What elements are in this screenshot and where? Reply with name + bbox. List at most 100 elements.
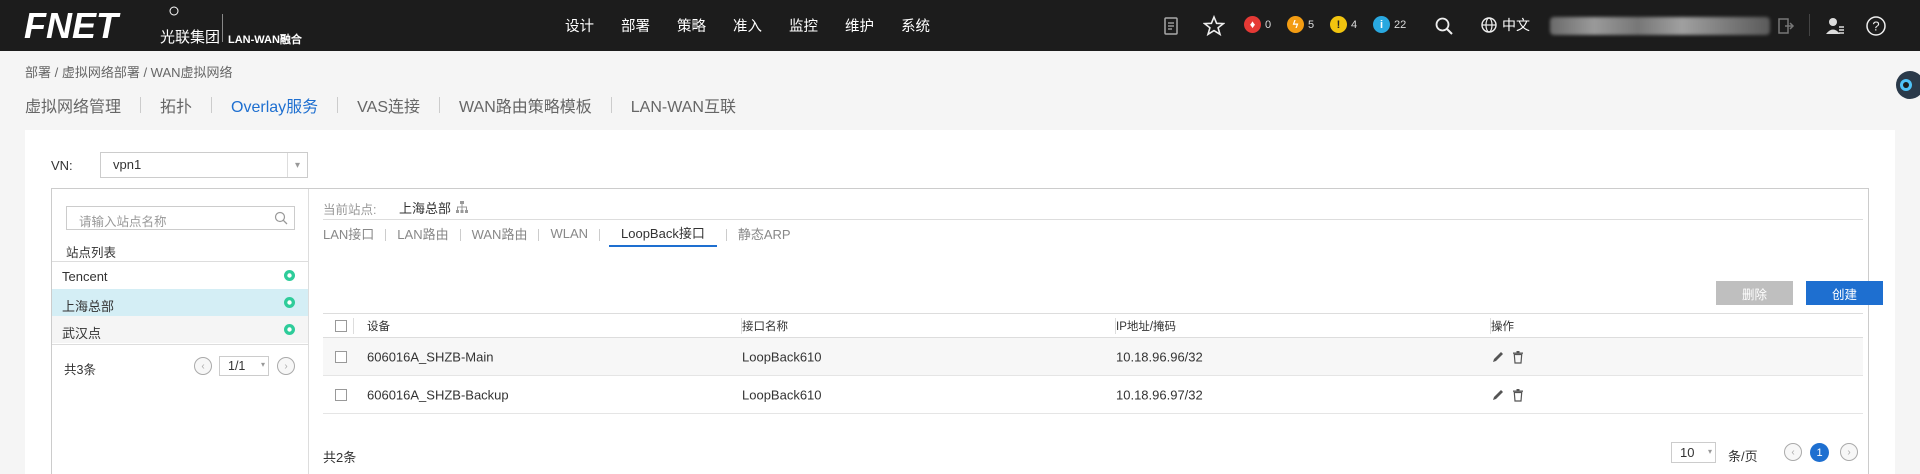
tab-overlay-service[interactable]: Overlay服务 (231, 93, 318, 117)
assistant-widget-icon[interactable] (1892, 68, 1920, 102)
globe-icon (1481, 17, 1497, 33)
column-interface[interactable]: 接口名称 (742, 318, 788, 334)
user-settings-icon[interactable] (1824, 15, 1846, 37)
site-total: 共3条 (64, 363, 96, 377)
site-list: Tencent 上海总部 武汉点 (52, 261, 308, 343)
edit-icon[interactable] (1491, 350, 1505, 364)
current-page[interactable]: 1 (1810, 443, 1829, 462)
delete-button[interactable]: 删除 (1716, 281, 1793, 305)
subtab-divider (385, 228, 387, 241)
column-ip[interactable]: IP地址/掩码 (1116, 318, 1176, 334)
brand-cn: 光联集团 (160, 29, 221, 46)
site-settings-icon[interactable] (283, 296, 296, 309)
site-settings-icon[interactable] (283, 323, 296, 336)
subtab-lan-interface[interactable]: LAN接口 (323, 224, 374, 245)
site-item-label: Tencent (62, 269, 108, 284)
site-item-tencent[interactable]: Tencent (52, 262, 308, 289)
site-item-shanghai-hq[interactable]: 上海总部 (52, 289, 308, 316)
page-size-select[interactable]: 10 ▾ (1671, 442, 1716, 463)
nav-design[interactable]: 设计 (565, 15, 594, 36)
page-size-label: 条/页 (1728, 449, 1758, 464)
site-page-value: 1/1 (228, 359, 246, 373)
logo-divider (222, 14, 223, 42)
prev-page-icon[interactable]: ‹ (1784, 443, 1802, 461)
alarm-info[interactable]: i 22 (1373, 16, 1406, 33)
site-settings-icon[interactable] (283, 269, 296, 282)
nav-access[interactable]: 准入 (733, 15, 762, 36)
create-button[interactable]: 创建 (1806, 281, 1883, 305)
vn-label: VN: (51, 158, 73, 173)
site-page-select[interactable]: 1/1 ▾ (219, 356, 269, 376)
row-interface: LoopBack610 (742, 387, 822, 402)
site-item-wuhan[interactable]: 武汉点 (52, 316, 308, 343)
subtab-loopback-interface[interactable]: LoopBack接口 (609, 223, 717, 247)
content-panel: VN: vpn1 ▾ 请输入站点名称 站点列表 Tencent 上海总部 武汉点… (25, 130, 1895, 474)
tab-divider (610, 97, 612, 113)
subtab-lan-route[interactable]: LAN路由 (397, 224, 448, 245)
next-page-icon[interactable]: › (1840, 443, 1858, 461)
table-pagination: 共2条 10 ▾ 条/页 ‹ 1 › (323, 439, 1863, 469)
breadcrumb: 部署 / 虚拟网络部署 / WAN虚拟网络 (25, 65, 233, 80)
row-checkbox[interactable] (335, 388, 347, 401)
site-item-label: 武汉点 (62, 326, 102, 341)
column-device[interactable]: 设备 (367, 318, 390, 334)
table-total: 共2条 (323, 450, 357, 465)
brand-text: FNET (24, 5, 121, 46)
chevron-down-icon: ▾ (260, 360, 265, 369)
subtab-wlan[interactable]: WLAN (550, 226, 588, 243)
vn-select[interactable]: vpn1 ▾ (100, 152, 308, 178)
logout-icon[interactable] (1775, 15, 1797, 37)
tab-topology[interactable]: 拓扑 (160, 93, 192, 117)
alarm-major[interactable]: ϟ 5 (1287, 16, 1314, 33)
tab-wan-route-policy-template[interactable]: WAN路由策略模板 (459, 93, 592, 117)
subtab-wan-route[interactable]: WAN路由 (472, 224, 528, 245)
site-search-input[interactable]: 请输入站点名称 (66, 206, 295, 230)
main-tabs: 虚拟网络管理 拓扑 Overlay服务 VAS连接 WAN路由策略模板 LAN-… (25, 93, 736, 117)
main-nav: 设计 部署 策略 准入 监控 维护 系统 (565, 0, 957, 51)
nav-policy[interactable]: 策略 (677, 15, 706, 36)
search-icon[interactable] (273, 210, 289, 226)
nav-system[interactable]: 系统 (901, 15, 930, 36)
tab-vas-connection[interactable]: VAS连接 (357, 93, 420, 117)
site-frame: 请输入站点名称 站点列表 Tencent 上海总部 武汉点 共3条 ‹ 1/1 … (51, 188, 1883, 474)
search-icon[interactable] (1433, 15, 1455, 37)
subtab-static-arp[interactable]: 静态ARP (738, 224, 791, 245)
row-device: 606016A_SHZB-Backup (367, 387, 509, 402)
current-site-label: 当前站点: (323, 203, 377, 217)
nav-maintain[interactable]: 维护 (845, 15, 874, 36)
tab-divider (211, 97, 213, 113)
select-all-checkbox[interactable] (335, 319, 347, 332)
trash-icon[interactable] (1511, 388, 1525, 402)
next-page-icon[interactable]: › (277, 357, 295, 375)
site-search-placeholder: 请输入站点名称 (79, 215, 167, 229)
topbar-divider (1809, 14, 1810, 36)
alarm-critical[interactable]: ♦ 0 (1244, 16, 1271, 33)
prev-page-icon[interactable]: ‹ (194, 357, 212, 375)
alarm-info-count: 22 (1394, 18, 1407, 31)
table-row[interactable]: 606016A_SHZB-Backup LoopBack610 10.18.96… (323, 376, 1863, 414)
table-row[interactable]: 606016A_SHZB-Main LoopBack610 10.18.96.9… (323, 338, 1863, 376)
tab-lan-wan-interconnect[interactable]: LAN-WAN互联 (631, 93, 736, 117)
site-item-label: 上海总部 (62, 299, 115, 314)
language-label: 中文 (1502, 17, 1530, 33)
edit-icon[interactable] (1491, 388, 1505, 402)
language-switch[interactable]: 中文 (1480, 15, 1530, 35)
help-icon[interactable]: ? (1865, 15, 1887, 37)
chevron-down-icon: ▾ (1707, 447, 1712, 456)
trash-icon[interactable] (1511, 350, 1525, 364)
star-icon[interactable] (1203, 15, 1225, 37)
tab-divider (337, 97, 339, 113)
notepad-icon[interactable] (1160, 15, 1182, 37)
row-checkbox[interactable] (335, 350, 347, 363)
subtab-divider (459, 228, 461, 241)
tab-virtual-network-management[interactable]: 虚拟网络管理 (25, 93, 121, 117)
tab-divider (439, 97, 441, 113)
topology-tree-icon[interactable] (455, 200, 469, 214)
nav-deploy[interactable]: 部署 (621, 15, 650, 36)
info-icon: i (1373, 16, 1390, 33)
site-list-title: 站点列表 (66, 246, 117, 260)
alarm-minor[interactable]: ! 4 (1330, 16, 1357, 33)
nav-monitor[interactable]: 监控 (789, 15, 818, 36)
user-info (1550, 17, 1770, 35)
subtab-divider (599, 228, 601, 241)
